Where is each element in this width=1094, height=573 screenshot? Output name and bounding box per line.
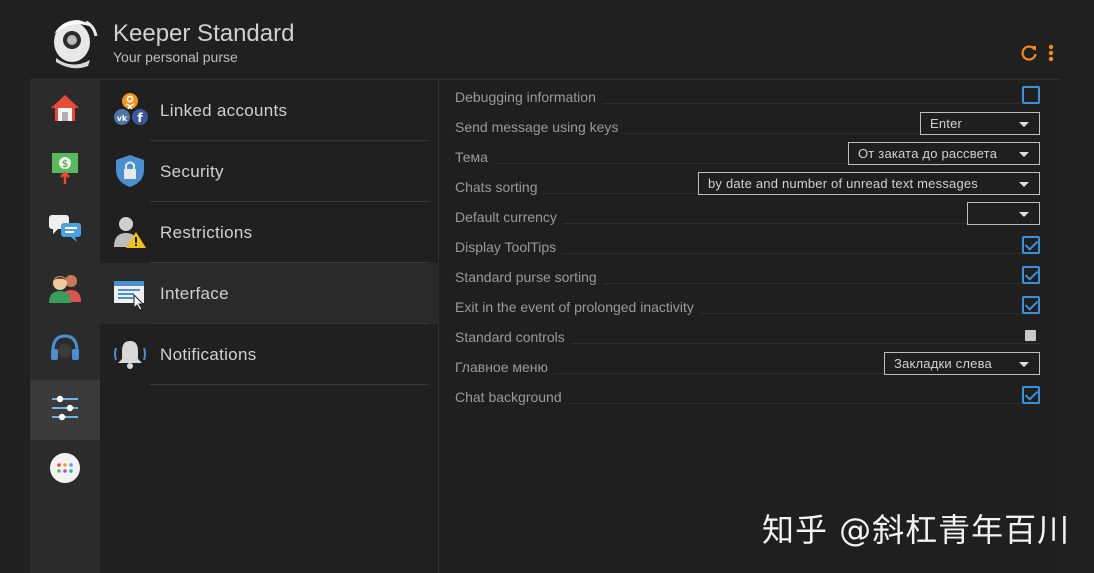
setting-label: Default currency xyxy=(455,209,563,225)
standard-controls-checkbox[interactable] xyxy=(1025,330,1036,341)
settings-sliders-icon xyxy=(50,393,80,428)
rail-apps[interactable] xyxy=(30,440,100,500)
home-icon xyxy=(49,93,81,128)
setting-label: Standard controls xyxy=(455,329,571,345)
rail-settings[interactable] xyxy=(30,380,100,440)
setting-label: Standard purse sorting xyxy=(455,269,603,285)
select-value: by date and number of unread text messag… xyxy=(708,176,979,191)
app-subtitle: Your personal purse xyxy=(113,49,238,65)
menu-item-label: Security xyxy=(160,161,224,181)
apps-icon xyxy=(49,452,81,489)
chevron-down-icon xyxy=(1019,182,1029,187)
setting-standard-controls: Standard controls xyxy=(455,321,1040,351)
exit-inactivity-checkbox[interactable] xyxy=(1022,296,1040,314)
menu-item-linked-accounts[interactable]: vk f Linked accounts xyxy=(100,80,439,141)
setting-label: Exit in the event of prolonged inactivit… xyxy=(455,299,700,315)
select-value: Закладки слева xyxy=(894,356,992,371)
menu-item-label: Interface xyxy=(160,283,229,303)
keeper-logo-icon xyxy=(48,14,100,70)
setting-display-tooltips: Display ToolTips xyxy=(455,231,1040,261)
svg-text:$: $ xyxy=(62,159,68,170)
setting-label: Chats sorting xyxy=(455,179,544,195)
main-menu-select[interactable]: Закладки слева xyxy=(884,352,1040,375)
more-vertical-icon[interactable] xyxy=(1048,44,1054,66)
menu-item-notifications[interactable]: Notifications xyxy=(100,324,439,385)
setting-chat-background: Chat background xyxy=(455,381,1040,411)
setting-standard-purse-sorting: Standard purse sorting xyxy=(455,261,1040,291)
setting-label: Chat background xyxy=(455,389,568,405)
menu-item-restrictions[interactable]: Restrictions xyxy=(100,202,439,263)
app-title: Keeper Standard xyxy=(113,20,295,47)
purse-sorting-checkbox[interactable] xyxy=(1022,266,1040,284)
rail-chats[interactable] xyxy=(30,200,100,260)
app-header: Keeper Standard Your personal purse xyxy=(30,0,1060,80)
send-keys-select[interactable]: Enter xyxy=(920,112,1040,135)
headset-icon xyxy=(48,331,82,370)
rail-home[interactable] xyxy=(30,80,100,140)
setting-theme: Тема От заката до рассвета xyxy=(455,141,1040,171)
setting-exit-inactivity: Exit in the event of prolonged inactivit… xyxy=(455,291,1040,321)
chevron-down-icon xyxy=(1019,152,1029,157)
chat-background-checkbox[interactable] xyxy=(1022,386,1040,404)
menu-item-interface[interactable]: Interface xyxy=(100,263,439,324)
setting-label: Debugging information xyxy=(455,89,602,105)
refresh-icon[interactable] xyxy=(1020,44,1038,66)
left-rail: $ xyxy=(30,80,100,573)
setting-label: Тема xyxy=(455,149,494,165)
shield-lock-icon xyxy=(112,153,148,189)
setting-main-menu: Главное меню Закладки слева xyxy=(455,351,1040,381)
chevron-down-icon xyxy=(1019,362,1029,367)
select-value: Enter xyxy=(930,116,963,131)
contacts-icon xyxy=(47,272,83,309)
settings-menu: vk f Linked accounts Security Restriction… xyxy=(100,80,439,573)
svg-text:vk: vk xyxy=(117,114,128,123)
bell-icon xyxy=(112,336,148,372)
money-transfer-icon: $ xyxy=(49,151,81,190)
setting-label: Главное меню xyxy=(455,359,555,375)
chevron-down-icon xyxy=(1019,122,1029,127)
setting-debugging-information: Debugging information xyxy=(455,81,1040,111)
rail-support[interactable] xyxy=(30,320,100,380)
interface-settings-panel: Debugging information Send message using… xyxy=(440,80,1060,573)
default-currency-select[interactable] xyxy=(967,202,1040,225)
setting-label: Send message using keys xyxy=(455,119,625,135)
menu-item-label: Notifications xyxy=(160,344,257,364)
display-tooltips-checkbox[interactable] xyxy=(1022,236,1040,254)
linked-accounts-icon: vk f xyxy=(112,92,148,128)
rail-transfers[interactable]: $ xyxy=(30,140,100,200)
chevron-down-icon xyxy=(1019,212,1029,217)
menu-item-label: Linked accounts xyxy=(160,100,288,120)
menu-item-label: Restrictions xyxy=(160,222,253,242)
window-cursor-icon xyxy=(112,275,148,311)
setting-send-message-keys: Send message using keys Enter xyxy=(455,111,1040,141)
header-actions xyxy=(1020,44,1054,66)
chat-icon xyxy=(47,212,83,249)
setting-chats-sorting: Chats sorting by date and number of unre… xyxy=(455,171,1040,201)
chats-sorting-select[interactable]: by date and number of unread text messag… xyxy=(698,172,1040,195)
svg-text:f: f xyxy=(137,111,143,125)
menu-divider xyxy=(150,384,429,385)
debugging-checkbox[interactable] xyxy=(1022,86,1040,104)
theme-select[interactable]: От заката до рассвета xyxy=(848,142,1040,165)
setting-default-currency: Default currency xyxy=(455,201,1040,231)
setting-label: Display ToolTips xyxy=(455,239,563,255)
rail-contacts[interactable] xyxy=(30,260,100,320)
watermark-text: 知乎 @斜杠青年百川 xyxy=(762,511,1071,549)
select-value: От заката до рассвета xyxy=(858,146,998,161)
menu-item-security[interactable]: Security xyxy=(100,141,439,202)
user-warning-icon xyxy=(112,214,148,250)
